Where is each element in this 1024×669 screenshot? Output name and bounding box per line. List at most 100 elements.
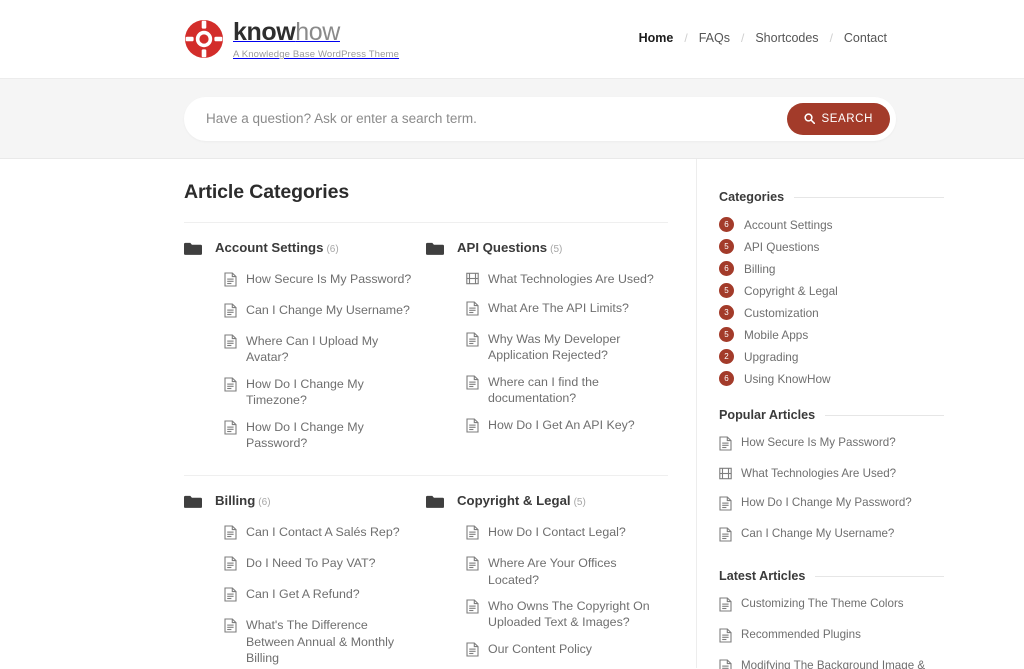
sidebar-category-link[interactable]: Billing xyxy=(744,262,775,276)
sidebar: Categories 6 Account Settings 5 API Questio… xyxy=(697,159,944,669)
sidebar-article-link[interactable]: Customizing The Theme Colors xyxy=(741,596,904,612)
list-item[interactable]: 5 Copyright & Legal xyxy=(719,283,944,298)
nav-item-faqs[interactable]: FAQs xyxy=(699,31,730,45)
list-item[interactable]: What Are The API Limits? xyxy=(466,300,654,321)
document-icon xyxy=(224,556,237,576)
list-item[interactable]: What Technologies Are Used? xyxy=(466,271,654,290)
list-item[interactable]: How Secure Is My Password? xyxy=(224,271,412,292)
article-link[interactable]: Where can I find the documentation? xyxy=(488,374,654,407)
article-link[interactable]: Who Owns The Copyright On Uploaded Text … xyxy=(488,598,654,631)
list-item[interactable]: How Do I Contact Legal? xyxy=(466,524,654,545)
sidebar-category-link[interactable]: Upgrading xyxy=(744,350,798,364)
list-item[interactable]: Modifying The Background Image & Color xyxy=(719,658,944,669)
category-header[interactable]: API Questions (5) xyxy=(426,240,654,261)
search-input[interactable] xyxy=(206,111,788,126)
sidebar-article-link[interactable]: Can I Change My Username? xyxy=(741,526,894,542)
category-name[interactable]: Copyright & Legal (5) xyxy=(457,493,586,508)
list-item[interactable]: How Do I Change My Password? xyxy=(224,419,412,452)
sidebar-article-link[interactable]: Modifying The Background Image & Color xyxy=(741,658,944,669)
list-item[interactable]: Can I Get A Refund? xyxy=(224,586,412,607)
article-link[interactable]: How Do I Get An API Key? xyxy=(488,417,635,433)
category-header[interactable]: Copyright & Legal (5) xyxy=(426,493,654,514)
sidebar-category-link[interactable]: Mobile Apps xyxy=(744,328,808,342)
document-icon xyxy=(466,375,479,395)
category-header[interactable]: Account Settings (6) xyxy=(184,240,412,261)
document-icon xyxy=(719,496,732,516)
site-header: knowhow A Knowledge Base WordPress Theme… xyxy=(0,0,1024,79)
list-item[interactable]: Can I Change My Username? xyxy=(224,302,412,323)
list-item[interactable]: What's The Difference Between Annual & M… xyxy=(224,617,412,666)
document-icon xyxy=(466,332,479,352)
document-icon xyxy=(224,587,237,607)
sidebar-category-link[interactable]: API Questions xyxy=(744,240,819,254)
sidebar-category-link[interactable]: Customization xyxy=(744,306,819,320)
article-link[interactable]: Can I Change My Username? xyxy=(246,302,410,318)
list-item[interactable]: 6 Billing xyxy=(719,261,944,276)
list-item[interactable]: Do I Need To Pay VAT? xyxy=(224,555,412,576)
list-item[interactable]: How Secure Is My Password? xyxy=(719,435,944,456)
list-item[interactable]: Where can I find the documentation? xyxy=(466,374,654,407)
list-item[interactable]: Can I Change My Username? xyxy=(719,526,944,547)
list-item[interactable]: 6 Using KnowHow xyxy=(719,371,944,386)
sidebar-category-link[interactable]: Using KnowHow xyxy=(744,372,831,386)
count-badge: 2 xyxy=(719,349,734,364)
category-name[interactable]: Account Settings (6) xyxy=(215,240,339,255)
list-item[interactable]: What Technologies Are Used? xyxy=(719,466,944,485)
list-item[interactable]: Can I Contact A Salés Rep? xyxy=(224,524,412,545)
list-item[interactable]: How Do I Change My Password? xyxy=(719,495,944,516)
sidebar-category-link[interactable]: Copyright & Legal xyxy=(744,284,838,298)
article-link[interactable]: How Do I Change My Timezone? xyxy=(246,376,412,409)
category-name[interactable]: API Questions (5) xyxy=(457,240,562,255)
list-item[interactable]: How Do I Get An API Key? xyxy=(466,417,654,438)
article-link[interactable]: Can I Contact A Salés Rep? xyxy=(246,524,400,540)
article-link[interactable]: What Technologies Are Used? xyxy=(488,271,654,287)
list-item[interactable]: 6 Account Settings xyxy=(719,217,944,232)
nav-item-home[interactable]: Home xyxy=(639,31,674,45)
article-link[interactable]: Where Can I Upload My Avatar? xyxy=(246,333,412,366)
site-logo[interactable]: knowhow A Knowledge Base WordPress Theme xyxy=(184,18,399,60)
article-link[interactable]: How Do I Contact Legal? xyxy=(488,524,626,540)
folder-icon xyxy=(184,242,202,261)
list-item[interactable]: Who Owns The Copyright On Uploaded Text … xyxy=(466,598,654,631)
article-link[interactable]: What Are The API Limits? xyxy=(488,300,629,316)
category-header[interactable]: Billing (6) xyxy=(184,493,412,514)
article-link[interactable]: Why Was My Developer Application Rejecte… xyxy=(488,331,654,364)
sidebar-article-link[interactable]: How Do I Change My Password? xyxy=(741,495,912,511)
article-link[interactable]: Our Content Policy xyxy=(488,641,592,657)
widget-title-text: Categories xyxy=(719,190,785,204)
title-rule xyxy=(825,414,944,416)
count-badge: 5 xyxy=(719,239,734,254)
article-link[interactable]: What's The Difference Between Annual & M… xyxy=(246,617,412,666)
nav-item-contact[interactable]: Contact xyxy=(844,31,887,45)
nav-item-shortcodes[interactable]: Shortcodes xyxy=(755,31,818,45)
list-item[interactable]: 3 Customization xyxy=(719,305,944,320)
sidebar-article-link[interactable]: Recommended Plugins xyxy=(741,627,861,643)
document-icon xyxy=(224,525,237,545)
sidebar-category-link[interactable]: Account Settings xyxy=(744,218,833,232)
article-link[interactable]: How Secure Is My Password? xyxy=(246,271,411,287)
list-item[interactable]: How Do I Change My Timezone? xyxy=(224,376,412,409)
list-item[interactable]: 2 Upgrading xyxy=(719,349,944,364)
article-link[interactable]: Where Are Your Offices Located? xyxy=(488,555,654,588)
document-icon xyxy=(224,272,237,292)
category-count: (5) xyxy=(550,244,563,255)
article-link[interactable]: How Do I Change My Password? xyxy=(246,419,412,452)
list-item[interactable]: Why Was My Developer Application Rejecte… xyxy=(466,331,654,364)
list-item[interactable]: Customizing The Theme Colors xyxy=(719,596,944,617)
list-item[interactable]: Recommended Plugins xyxy=(719,627,944,648)
list-item[interactable]: Where Can I Upload My Avatar? xyxy=(224,333,412,366)
category-name[interactable]: Billing (6) xyxy=(215,493,271,508)
article-link[interactable]: Do I Need To Pay VAT? xyxy=(246,555,375,571)
document-icon xyxy=(224,377,237,397)
sidebar-article-link[interactable]: What Technologies Are Used? xyxy=(741,466,896,482)
list-item[interactable]: 5 API Questions xyxy=(719,239,944,254)
count-badge: 5 xyxy=(719,327,734,342)
sidebar-article-link[interactable]: How Secure Is My Password? xyxy=(741,435,896,451)
widget-title-text: Latest Articles xyxy=(719,569,806,583)
list-item[interactable]: 5 Mobile Apps xyxy=(719,327,944,342)
article-link[interactable]: Can I Get A Refund? xyxy=(246,586,360,602)
list-item[interactable]: Where Are Your Offices Located? xyxy=(466,555,654,588)
list-item[interactable]: Our Content Policy xyxy=(466,641,654,662)
category-row: Account Settings (6) How Secure Is My Pass… xyxy=(184,223,668,475)
search-button[interactable]: SEARCH xyxy=(787,102,890,135)
